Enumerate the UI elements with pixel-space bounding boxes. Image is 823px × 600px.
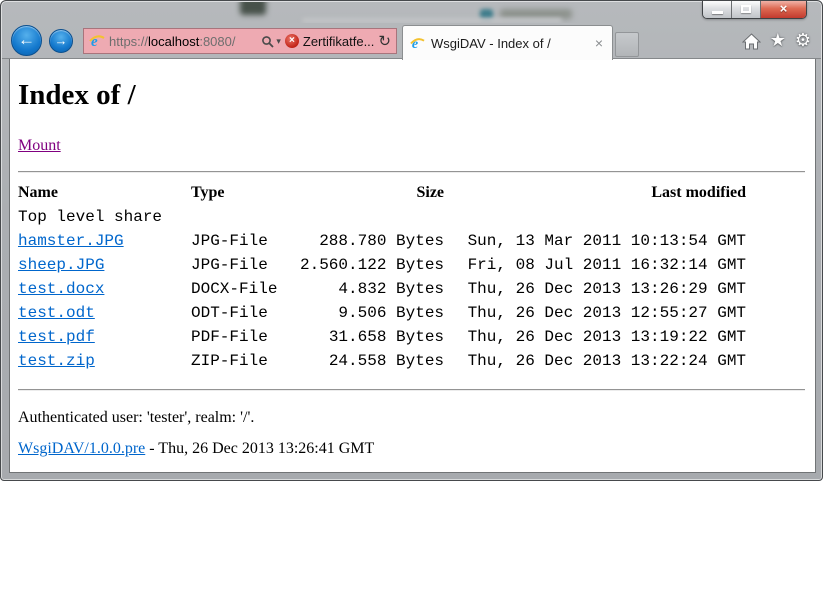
search-button[interactable]: ▾ [261,35,281,48]
table-row: test.odt ODT-File 9.506 Bytes Thu, 26 De… [18,301,746,325]
minimize-button[interactable] [703,1,732,18]
refresh-button[interactable]: ↻ [378,32,391,50]
home-icon [742,33,761,50]
close-button[interactable]: × [761,1,806,18]
file-type: DOCX-File [191,277,300,301]
divider [18,389,805,391]
favorites-star-icon[interactable]: ★ [770,31,786,51]
desktop-blur [240,2,266,15]
window-controls: × [702,1,807,19]
file-type: PDF-File [191,325,300,349]
column-header-name: Name [18,181,191,205]
new-tab-button[interactable] [615,32,639,57]
column-header-modified: Last modified [444,181,746,205]
file-link[interactable]: test.odt [18,304,95,322]
page-content: Index of / Mount Name Type Size Last mod… [9,59,816,473]
file-modified: Thu, 26 Dec 2013 12:55:27 GMT [444,301,746,325]
file-type: ODT-File [191,301,300,325]
address-bar[interactable]: e https://localhost:8080/ ▾ [83,28,397,54]
table-row: test.pdf PDF-File 31.658 Bytes Thu, 26 D… [18,325,746,349]
auth-status-line: Authenticated user: 'tester', realm: '/'… [18,409,805,427]
ie-favicon: e [410,36,425,51]
search-icon [261,35,274,48]
mount-link[interactable]: Mount [18,137,61,155]
file-size: 24.558 Bytes [300,349,444,373]
ie-favicon: e [89,33,105,49]
table-row: test.zip ZIP-File 24.558 Bytes Thu, 26 D… [18,349,746,373]
chevron-down-icon: ▾ [276,36,281,47]
file-modified: Thu, 26 Dec 2013 13:26:29 GMT [444,277,746,301]
file-size: 2.560.122 Bytes [300,253,444,277]
file-size: 9.506 Bytes [300,301,444,325]
file-type: ZIP-File [191,349,300,373]
settings-gear-icon[interactable]: ⚙ [795,31,811,51]
titlebar[interactable] [2,2,821,23]
file-link[interactable]: sheep.JPG [18,256,104,274]
file-size: 31.658 Bytes [300,325,444,349]
tab-title: WsgiDAV - Index of / [431,36,587,51]
certificate-error-label: Zertifikatfe... [303,34,375,49]
file-modified: Thu, 26 Dec 2013 13:19:22 GMT [444,325,746,349]
certificate-error-icon: × [285,34,299,48]
share-label: Top level share [18,205,746,229]
forward-button[interactable]: → [49,29,73,53]
table-row: hamster.JPG JPG-File 288.780 Bytes Sun, … [18,229,746,253]
file-size: 4.832 Bytes [300,277,444,301]
toolbar: ← → e https://localhost:8080/ [2,23,821,59]
minimize-icon [712,11,723,14]
screen: × ← → e https://localhost:8080/ [0,0,823,600]
file-modified: Fri, 08 Jul 2011 16:32:14 GMT [444,253,746,277]
table-row: test.docx DOCX-File 4.832 Bytes Thu, 26 … [18,277,746,301]
file-link[interactable]: test.pdf [18,328,95,346]
browser-window: × ← → e https://localhost:8080/ [0,0,823,481]
certificate-error-button[interactable]: × Zertifikatfe... [285,34,375,49]
tab-close-icon[interactable]: × [593,36,605,50]
server-signature-line: WsgiDAV/1.0.0.pre - Thu, 26 Dec 2013 13:… [18,440,805,458]
table-header-row: Name Type Size Last modified [18,181,746,205]
page-title: Index of / [18,79,805,112]
maximize-button[interactable] [732,1,761,18]
column-header-size: Size [300,181,444,205]
file-modified: Sun, 13 Mar 2011 10:13:54 GMT [444,229,746,253]
file-type: JPG-File [191,229,300,253]
divider [18,171,805,173]
home-button[interactable] [742,33,761,50]
file-link[interactable]: test.zip [18,352,95,370]
file-link[interactable]: hamster.JPG [18,232,124,250]
share-label-row: Top level share [18,205,746,229]
server-timestamp: - Thu, 26 Dec 2013 13:26:41 GMT [145,440,374,457]
file-link[interactable]: test.docx [18,280,104,298]
maximize-icon [741,5,751,13]
file-modified: Thu, 26 Dec 2013 13:22:24 GMT [444,349,746,373]
back-button[interactable]: ← [11,25,42,56]
browser-action-icons: ★ ⚙ [742,31,811,51]
file-size: 288.780 Bytes [300,229,444,253]
column-header-type: Type [191,181,300,205]
table-row: sheep.JPG JPG-File 2.560.122 Bytes Fri, … [18,253,746,277]
file-type: JPG-File [191,253,300,277]
file-table: Name Type Size Last modified Top level s… [18,181,746,373]
url-text: https://localhost:8080/ [109,34,236,49]
wsgidav-version-link[interactable]: WsgiDAV/1.0.0.pre [18,440,145,457]
file-table-body: Top level share hamster.JPG JPG-File 288… [18,205,746,373]
tab-wsgidav[interactable]: e WsgiDAV - Index of / × [402,25,613,60]
